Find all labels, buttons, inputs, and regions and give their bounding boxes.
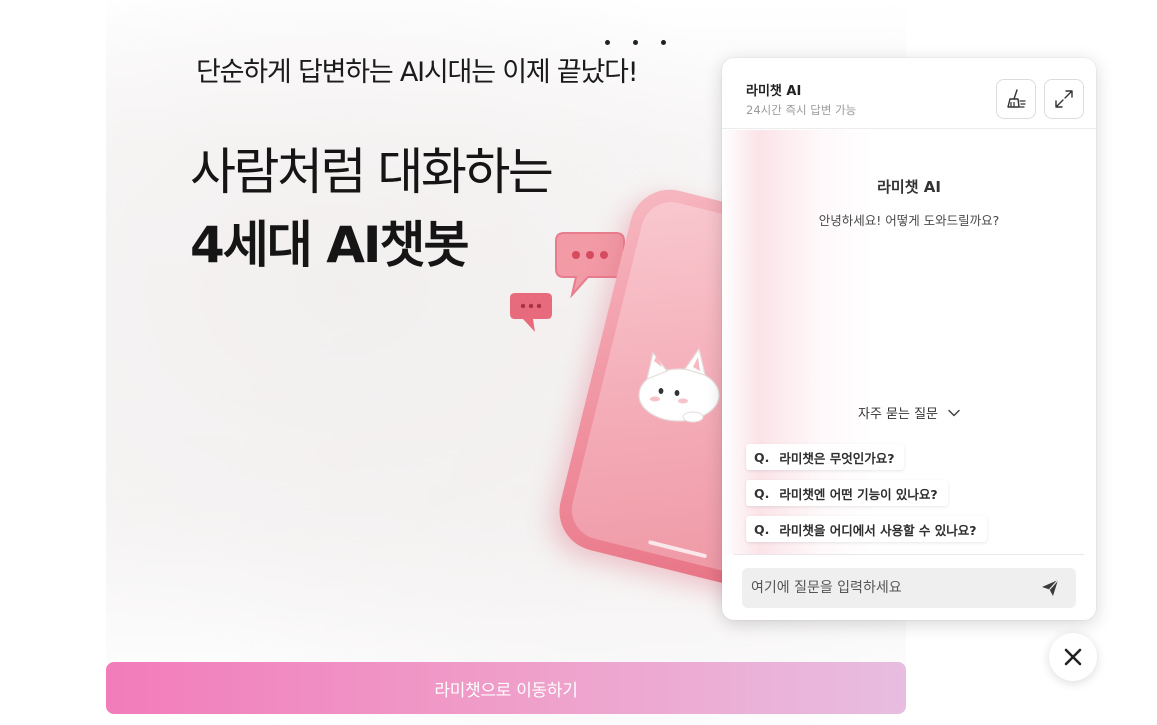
chat-widget: 라미챗 AI 24시간 즉시 답변 가능 라미챗 AI 안녕하세요! 어떻게 도… <box>722 58 1096 620</box>
chevron-down-icon <box>948 409 960 416</box>
promo-tagline: 단순하게 답변하는 AI시대는 이제 끝났다! <box>196 57 639 88</box>
headline-line-1: 사람처럼 대화하는 <box>190 143 554 201</box>
small-speech-bubble-icon <box>510 293 552 332</box>
chat-subtitle: 24시간 즉시 답변 가능 <box>746 103 857 117</box>
faq-prefix: Q. <box>754 485 770 501</box>
faq-item[interactable]: Q. 라미챗을 어디에서 사용할 수 있나요? <box>746 516 987 542</box>
faq-item[interactable]: Q. 라미챗은 무엇인가요? <box>746 444 905 470</box>
expand-icon <box>1055 90 1073 108</box>
promo-headline: 사람처럼 대화하는 4세대 AI챗봇 <box>190 136 554 281</box>
clear-chat-button[interactable] <box>996 79 1036 119</box>
chat-input-container <box>742 568 1076 608</box>
cat-mascot-icon <box>638 347 720 423</box>
chat-title: 라미챗 AI <box>746 84 802 99</box>
paper-plane-icon <box>1042 579 1059 596</box>
faq-item[interactable]: Q. 라미챗엔 어떤 기능이 있나요? <box>746 480 948 506</box>
faq-prefix: Q. <box>754 521 770 537</box>
chat-footer-divider <box>734 554 1084 555</box>
faq-prefix: Q. <box>754 449 770 465</box>
expand-chat-button[interactable] <box>1044 79 1084 119</box>
broom-icon <box>1007 89 1026 108</box>
close-icon <box>1064 648 1082 666</box>
send-button[interactable] <box>1038 576 1062 600</box>
faq-toggle[interactable]: 자주 묻는 질문 <box>722 403 1096 422</box>
go-to-ramichat-button[interactable]: 라미챗으로 이동하기 <box>106 662 906 714</box>
faq-question: 라미챗은 무엇인가요? <box>779 450 895 466</box>
tagline-emphasis-dots <box>605 40 669 48</box>
faq-label: 자주 묻는 질문 <box>857 407 939 422</box>
chat-message-input[interactable] <box>742 568 1032 608</box>
faq-question: 라미챗엔 어떤 기능이 있나요? <box>779 486 938 502</box>
chat-header: 라미챗 AI 24시간 즉시 답변 가능 <box>722 58 1096 129</box>
faq-question: 라미챗을 어디에서 사용할 수 있나요? <box>779 522 977 538</box>
bot-greeting: 안녕하세요! 어떻게 도와드릴까요? <box>818 213 1000 228</box>
bot-name: 라미챗 AI <box>877 178 941 196</box>
headline-line-2: 4세대 AI챗봇 <box>190 215 470 274</box>
close-chat-button[interactable] <box>1049 633 1097 681</box>
